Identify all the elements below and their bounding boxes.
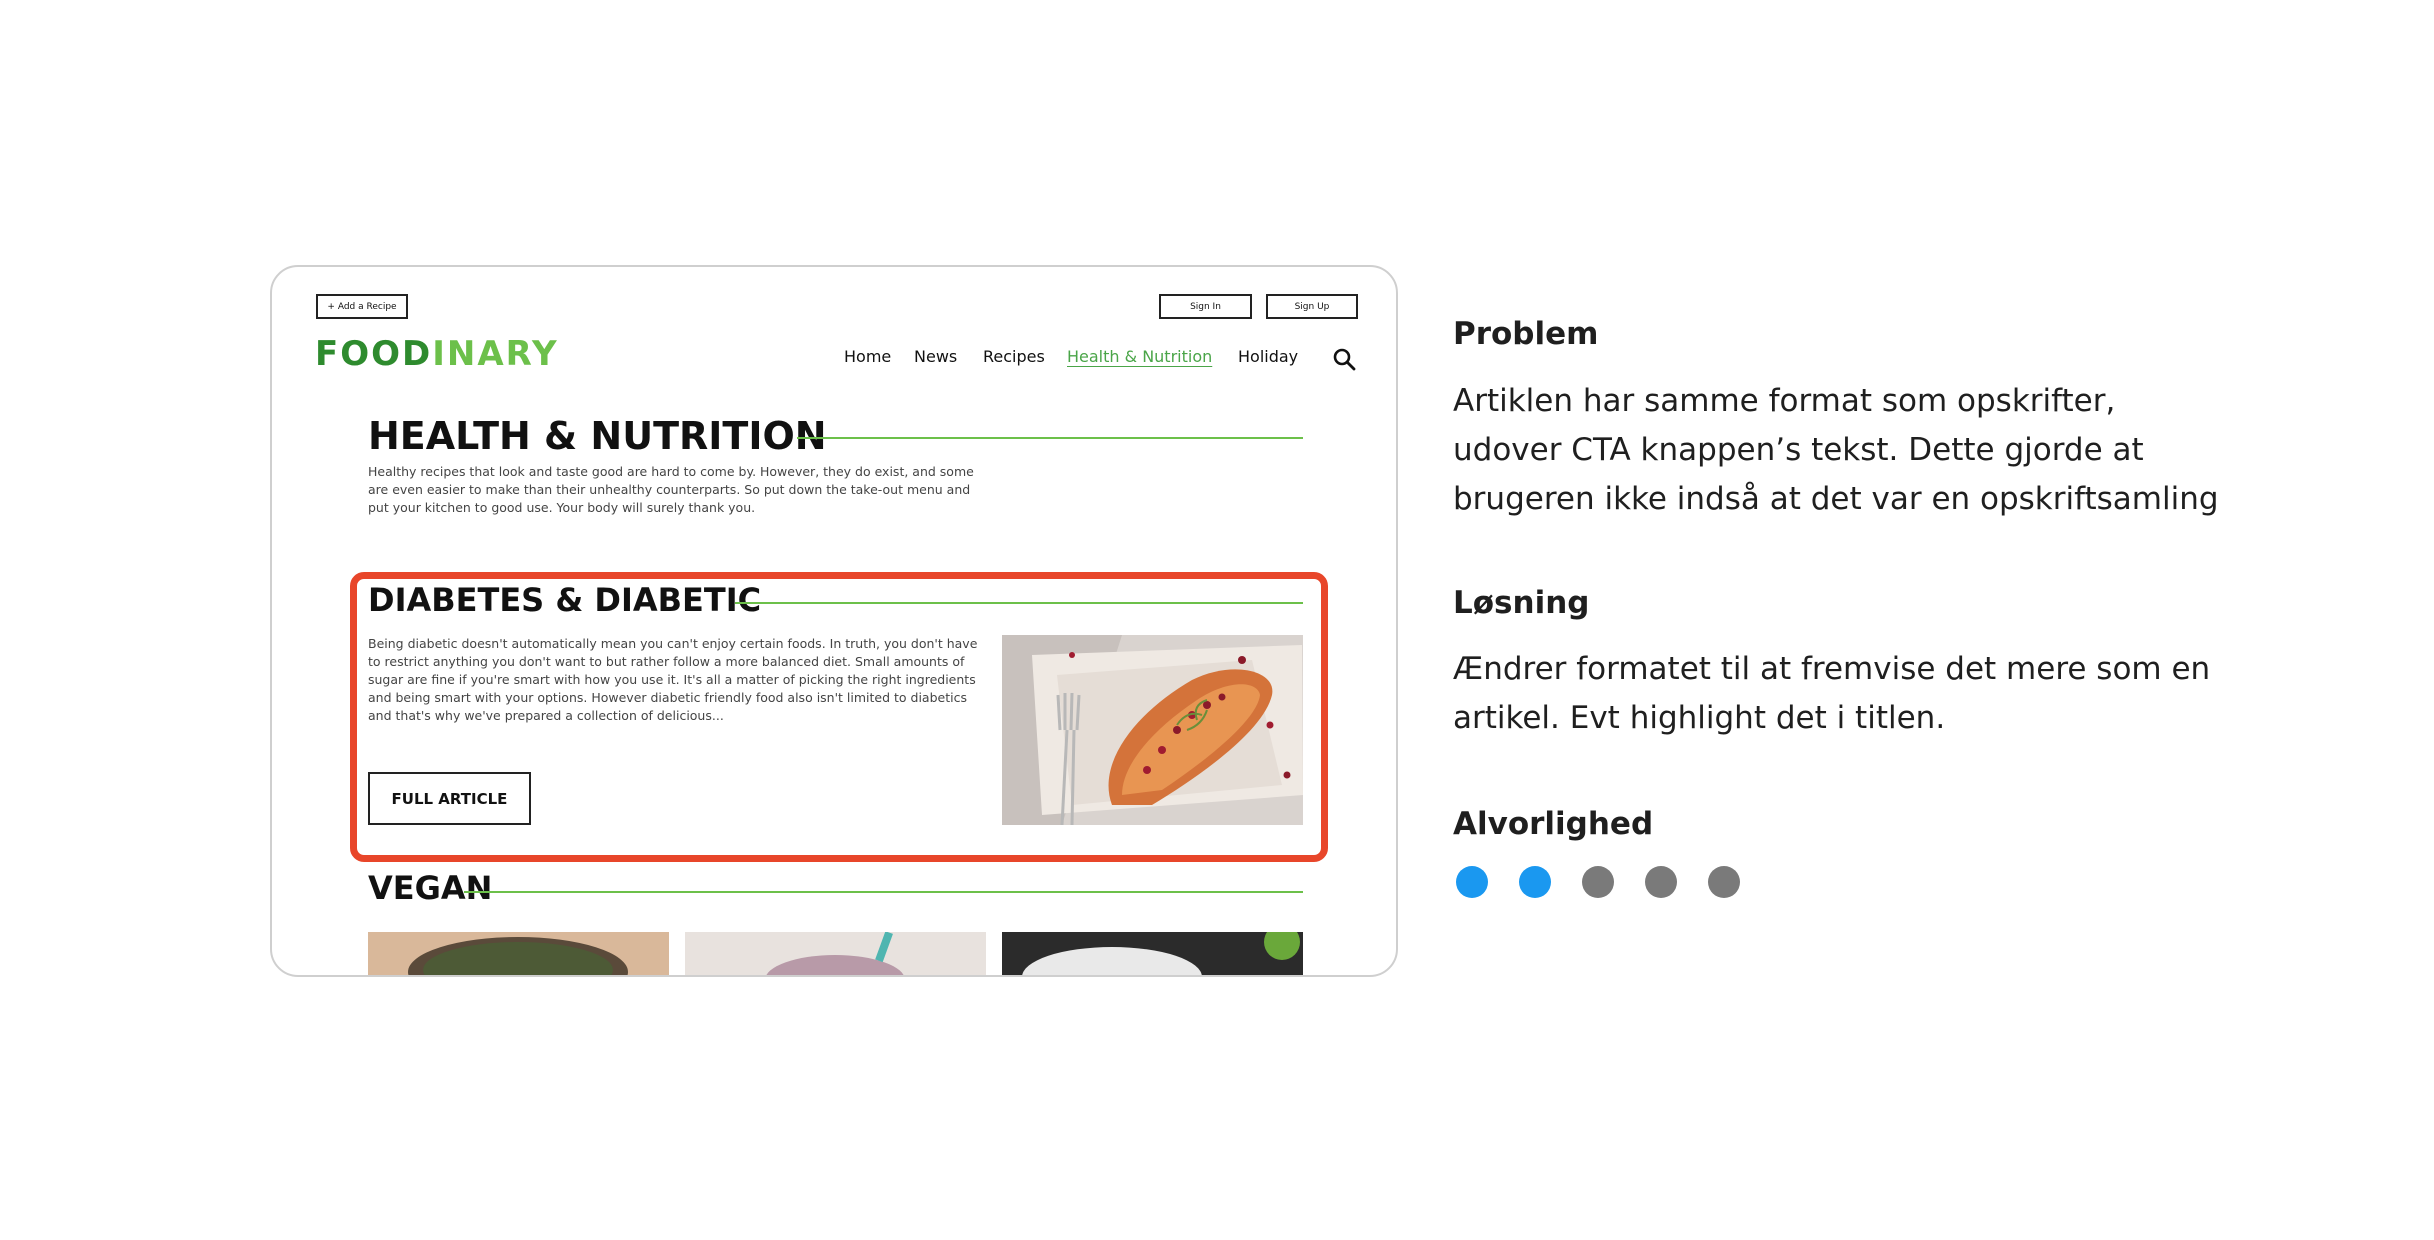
search-icon[interactable] (1332, 347, 1356, 371)
nav-home[interactable]: Home (844, 349, 891, 365)
solution-text: Ændrer formatet til at fremvise det mere… (1453, 651, 2211, 736)
vegan-section-title: VEGAN (368, 869, 493, 907)
nav-recipes[interactable]: Recipes (983, 349, 1045, 365)
page-title: HEALTH & NUTRITION (368, 414, 827, 458)
page-intro: Healthy recipes that look and taste good… (368, 464, 974, 515)
problem-text: Artiklen har samme format som opskrifter… (1453, 383, 2219, 517)
logo[interactable]: FOODINARY (315, 337, 559, 371)
severity-heading: Alvorlighed (1453, 806, 1654, 842)
logo-part-1: FOOD (315, 334, 433, 374)
problem-heading: Problem (1453, 316, 1599, 352)
severity-dot-active (1456, 866, 1488, 898)
nav-holiday[interactable]: Holiday (1238, 349, 1298, 365)
nav-health-nutrition[interactable]: Health & Nutrition (1067, 349, 1212, 365)
severity-dot-inactive (1582, 866, 1614, 898)
sign-in-button[interactable]: Sign In (1159, 294, 1252, 319)
solution-heading: Løsning (1453, 585, 1590, 621)
vegan-divider (464, 891, 1303, 893)
severity-dot-inactive (1645, 866, 1677, 898)
vegan-thumbnail[interactable] (368, 932, 669, 975)
website-mockup: + Add a Recipe Sign In Sign Up FOODINARY… (270, 265, 1398, 977)
severity-dot-active (1519, 866, 1551, 898)
vegan-thumbnail[interactable] (1002, 932, 1303, 975)
vegan-thumbnail[interactable] (685, 932, 986, 975)
sign-up-button[interactable]: Sign Up (1266, 294, 1358, 319)
logo-part-2: INARY (432, 334, 559, 374)
title-divider (797, 437, 1303, 439)
severity-dot-inactive (1708, 866, 1740, 898)
nav-news[interactable]: News (914, 349, 957, 365)
issue-highlight-box (350, 572, 1328, 862)
add-recipe-button[interactable]: + Add a Recipe (316, 294, 408, 319)
